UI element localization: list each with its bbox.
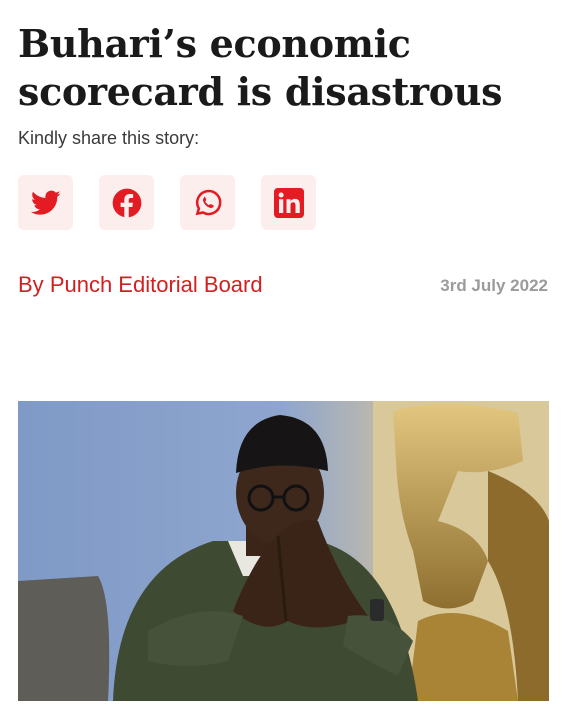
byline: By Punch Editorial Board xyxy=(18,272,263,298)
share-buttons xyxy=(18,175,316,230)
author-link[interactable]: Punch Editorial Board xyxy=(50,272,263,297)
share-linkedin-button[interactable] xyxy=(261,175,316,230)
share-twitter-button[interactable] xyxy=(18,175,73,230)
share-whatsapp-button[interactable] xyxy=(180,175,235,230)
article-photo-illustration xyxy=(18,401,549,701)
byline-prefix: By xyxy=(18,272,44,297)
share-facebook-button[interactable] xyxy=(99,175,154,230)
linkedin-icon xyxy=(273,187,304,218)
article-photo xyxy=(18,401,549,701)
facebook-icon xyxy=(112,188,141,218)
share-label: Kindly share this story: xyxy=(18,128,200,148)
publish-date: 3rd July 2022 xyxy=(440,276,548,295)
twitter-icon xyxy=(30,190,60,215)
whatsapp-icon xyxy=(195,189,221,215)
article-headline: Buhari’s economic scorecard is disastrou… xyxy=(18,21,503,114)
